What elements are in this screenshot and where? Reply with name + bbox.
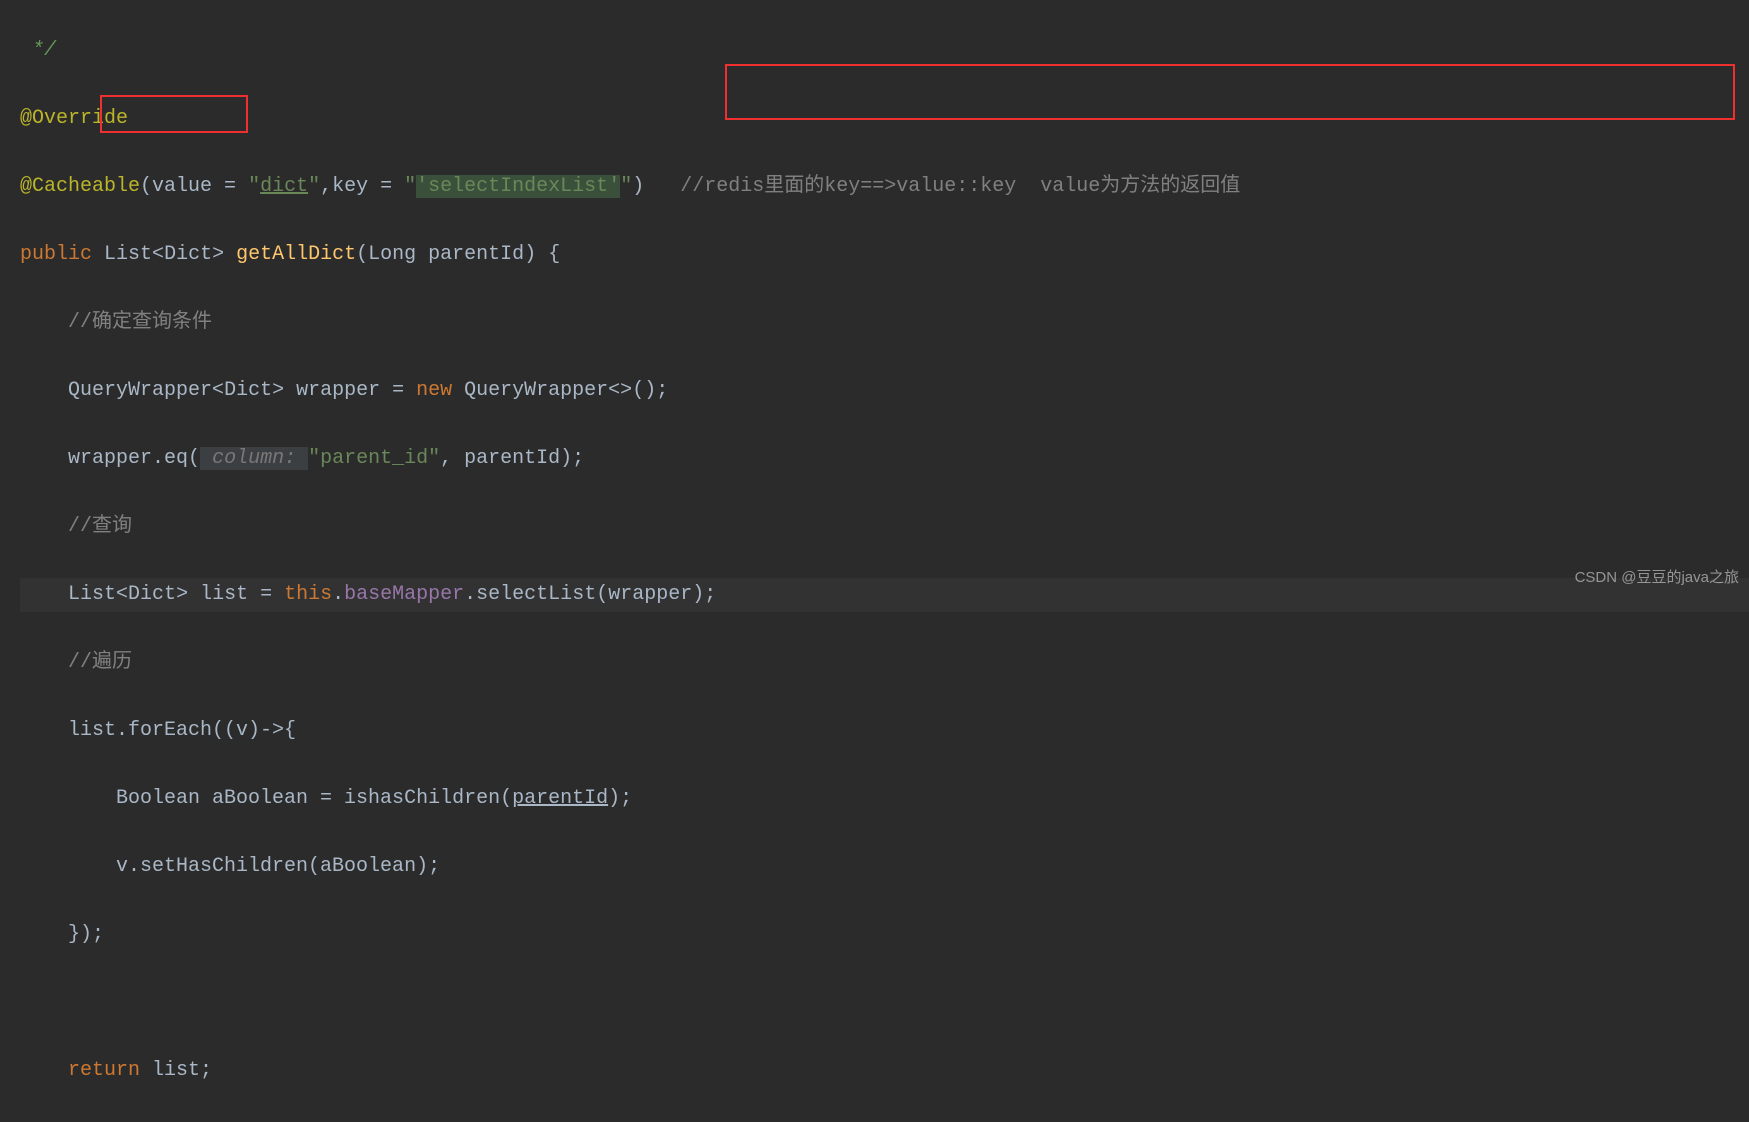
line-comment: //redis里面的key==>value::key value为方法的返回值	[680, 175, 1240, 198]
code-editor[interactable]: */ @Override @Cacheable(value = "dict",k…	[0, 0, 1749, 1122]
keyword-this: this	[284, 583, 332, 606]
code-line: //查询	[20, 510, 1749, 544]
code-line: wrapper.eq( column: "parent_id", parentI…	[20, 442, 1749, 476]
diamond: <>	[608, 379, 632, 402]
code-line: public List<Dict> getAllDict(Long parent…	[20, 238, 1749, 272]
method-call: eq	[164, 447, 188, 470]
angle-bracket: <	[212, 379, 224, 402]
comment-text: */	[20, 39, 56, 62]
assign: list =	[188, 583, 284, 606]
annotation: @Override	[20, 107, 128, 130]
indent	[20, 311, 68, 334]
indent	[20, 855, 116, 878]
indent	[20, 923, 68, 946]
param: Long parentId	[368, 243, 524, 266]
foreach-call: list.forEach((v)->{	[68, 719, 296, 742]
indent	[20, 583, 68, 606]
indent	[20, 719, 68, 742]
indent	[20, 651, 68, 674]
code-line: */	[20, 34, 1749, 68]
string-value: dict	[260, 175, 308, 198]
whitespace	[224, 243, 236, 266]
string-quote: "	[248, 175, 260, 198]
dot: .	[332, 583, 344, 606]
dot: .	[464, 583, 476, 606]
code-line: //遍历	[20, 646, 1749, 680]
code-line: //确定查询条件	[20, 306, 1749, 340]
code-line: list.forEach((v)->{	[20, 714, 1749, 748]
inline-hint: column:	[200, 447, 308, 470]
paren: (	[188, 447, 200, 470]
whitespace	[92, 243, 104, 266]
keyword-new: new	[416, 379, 452, 402]
whitespace	[644, 175, 680, 198]
line-comment: //确定查询条件	[68, 311, 212, 334]
paren-brace: ) {	[524, 243, 560, 266]
field-basemapper: baseMapper	[344, 583, 464, 606]
args: , parentId);	[440, 447, 584, 470]
statement: Boolean aBoolean = ishasChildren(	[116, 787, 512, 810]
code-line: @Cacheable(value = "dict",key = "'select…	[20, 170, 1749, 204]
param-name: value =	[152, 175, 248, 198]
assign: wrapper =	[284, 379, 416, 402]
type-list: List	[68, 583, 116, 606]
paren: (	[140, 175, 152, 198]
indent	[20, 447, 68, 470]
angle-bracket: <	[152, 243, 164, 266]
type-dict: Dict	[224, 379, 272, 402]
indent	[20, 379, 68, 402]
param-name: key =	[332, 175, 404, 198]
angle-bracket: >	[272, 379, 284, 402]
args: (wrapper);	[596, 583, 716, 606]
paren: )	[632, 175, 644, 198]
string-selected: 'selectIndexList'	[416, 175, 620, 198]
keyword-return: return	[68, 1059, 140, 1082]
code-line: Boolean aBoolean = ishasChildren(parentI…	[20, 782, 1749, 816]
indent	[20, 515, 68, 538]
return-expr: list;	[140, 1059, 212, 1082]
angle-bracket: <	[116, 583, 128, 606]
line-comment: //查询	[68, 515, 132, 538]
paren: );	[608, 787, 632, 810]
string-quote: "	[620, 175, 632, 198]
statement: v.setHasChildren(aBoolean);	[116, 855, 440, 878]
paren: ();	[632, 379, 668, 402]
type: QueryWrapper	[68, 379, 212, 402]
code-line: QueryWrapper<Dict> wrapper = new QueryWr…	[20, 374, 1749, 408]
blank	[20, 991, 32, 1014]
param-ref: parentId	[512, 787, 608, 810]
angle-bracket: >	[212, 243, 224, 266]
comma: ,	[320, 175, 332, 198]
string-quote: "	[308, 175, 320, 198]
type-dict: Dict	[164, 243, 212, 266]
indent	[20, 1059, 68, 1082]
watermark-text: CSDN @豆豆的java之旅	[1575, 565, 1739, 591]
paren: (	[356, 243, 368, 266]
type-list: List	[104, 243, 152, 266]
line-comment: //遍历	[68, 651, 132, 674]
member-access: wrapper.	[68, 447, 164, 470]
string-quote: "	[404, 175, 416, 198]
angle-bracket: >	[176, 583, 188, 606]
annotation: @Cacheable	[20, 175, 140, 198]
code-line: v.setHasChildren(aBoolean);	[20, 850, 1749, 884]
code-line-blank	[20, 986, 1749, 1020]
code-line: @Override	[20, 102, 1749, 136]
indent	[20, 787, 116, 810]
code-line: return list;	[20, 1054, 1749, 1088]
code-line-current: List<Dict> list = this.baseMapper.select…	[20, 578, 1749, 612]
close-lambda: });	[68, 923, 104, 946]
type-dict: Dict	[128, 583, 176, 606]
string-literal: "parent_id"	[308, 447, 440, 470]
method-name: getAllDict	[236, 243, 356, 266]
type: QueryWrapper	[452, 379, 608, 402]
method-call: selectList	[476, 583, 596, 606]
keyword-public: public	[20, 243, 92, 266]
code-line: });	[20, 918, 1749, 952]
